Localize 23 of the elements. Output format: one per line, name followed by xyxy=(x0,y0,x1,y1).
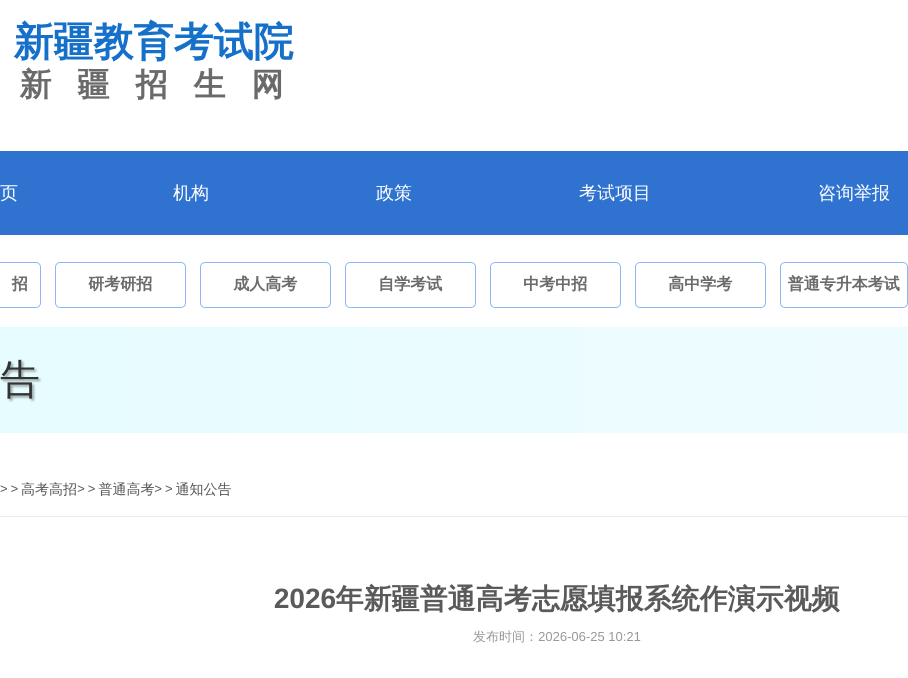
nav-link[interactable]: 页 xyxy=(0,181,18,205)
nav-link[interactable]: 考试项目 xyxy=(579,181,651,205)
breadcrumb-separator: >> xyxy=(77,480,98,498)
banner-title: 告 xyxy=(0,358,40,402)
publish-date: 发布时间：2026-06-25 10:21 xyxy=(473,628,641,646)
exam-category-button[interactable]: 成人高考 xyxy=(200,262,331,308)
nav-link[interactable]: 咨询举报 xyxy=(818,181,890,205)
breadcrumb-link[interactable]: 普通高考 xyxy=(98,479,154,499)
exam-category-button[interactable]: 招 xyxy=(0,262,41,308)
nav-link[interactable]: 机构 xyxy=(173,181,209,205)
site-logo-title: 新疆教育考试院 xyxy=(14,20,294,64)
breadcrumb-link[interactable]: 通知公告 xyxy=(176,479,232,499)
exam-category-button[interactable]: 普通专升本考试 xyxy=(780,262,908,308)
breadcrumb-link[interactable]: 高考高招 xyxy=(21,479,78,499)
article-title: 2026年新疆普通高考志愿填报系统作演示视频 xyxy=(274,582,840,616)
exam-category-button[interactable]: 高中学考 xyxy=(635,262,766,308)
site-logo-subtitle: 新疆招生网 xyxy=(20,66,310,102)
exam-category-button[interactable]: 中考中招 xyxy=(490,262,621,308)
exam-category-button[interactable]: 研考研招 xyxy=(55,262,186,308)
nav-link[interactable]: 政策 xyxy=(376,181,412,205)
breadcrumb-separator: >> xyxy=(0,480,22,498)
breadcrumb-separator: >> xyxy=(154,480,176,498)
exam-category-button[interactable]: 自学考试 xyxy=(345,262,476,308)
